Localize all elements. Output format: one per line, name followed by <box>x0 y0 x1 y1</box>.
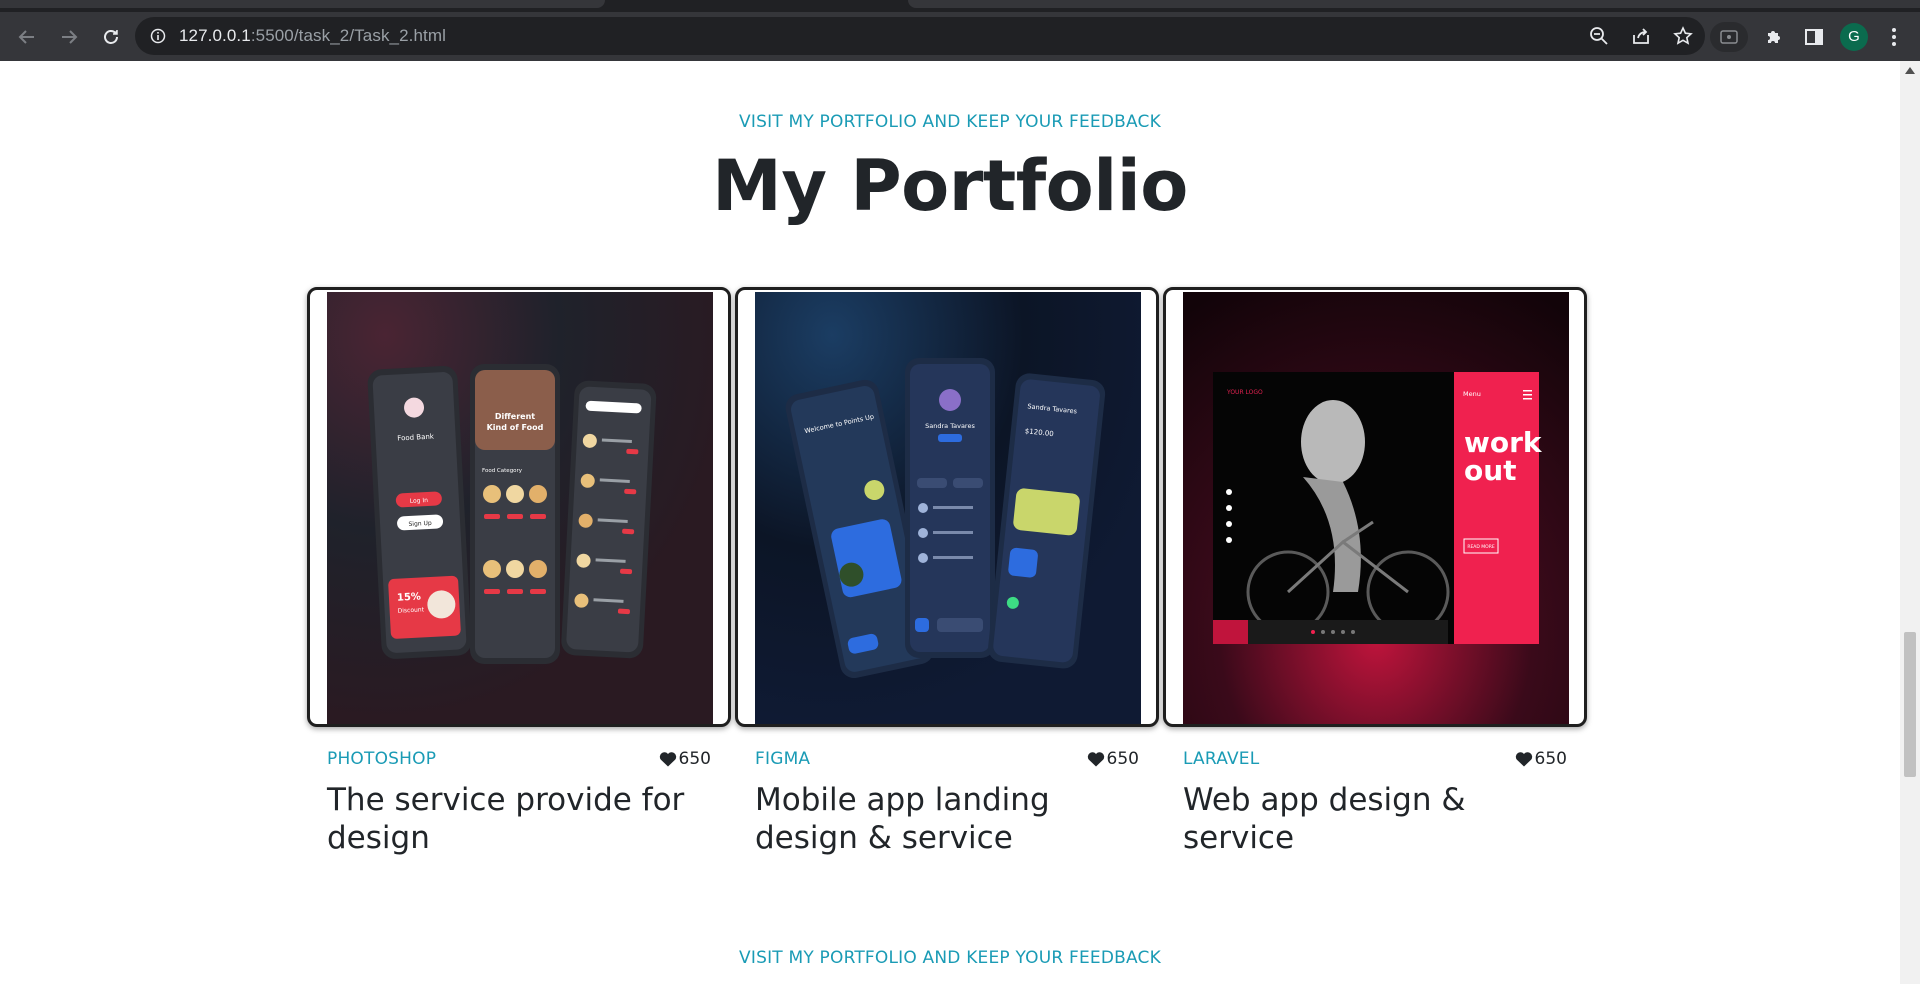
card-category[interactable]: LARAVEL <box>1183 749 1259 769</box>
browser-toolbar: 127.0.0.1:5500/task_2/Task_2.html G <box>0 12 1920 61</box>
url-host: 127.0.0.1 <box>179 26 251 45</box>
points-profile-name: Sandra Tavares <box>925 422 975 430</box>
like-count[interactable]: 650 <box>1087 749 1139 769</box>
food-login-label: Log In <box>410 497 429 505</box>
like-count-value: 650 <box>1534 749 1567 769</box>
points-app-mockup-image[interactable]: Welcome to Points Up Sandra Tavares Sand… <box>755 292 1141 724</box>
card-title[interactable]: Web app design & service <box>1183 781 1567 857</box>
cast-icon[interactable] <box>1710 21 1748 52</box>
food-app-mockup-image[interactable]: Food Bank Log In Sign Up 15% Discount Di… <box>327 292 713 724</box>
food-category-label: Food Category <box>482 468 523 474</box>
workout-brand: YOUR LOGO <box>1226 389 1263 396</box>
like-count-value: 650 <box>1106 749 1139 769</box>
like-count[interactable]: 650 <box>659 749 711 769</box>
profile-avatar[interactable]: G <box>1840 22 1868 51</box>
browser-tab-strip <box>0 0 1920 12</box>
page-scrollbar[interactable] <box>1900 61 1920 984</box>
address-bar-actions <box>1587 17 1695 55</box>
zoom-out-icon[interactable] <box>1587 24 1611 48</box>
card-title[interactable]: The service provide for design <box>327 781 711 857</box>
url-path: :5500/task_2/Task_2.html <box>250 26 446 45</box>
like-count[interactable]: 650 <box>1515 749 1567 769</box>
like-count-value: 650 <box>678 749 711 769</box>
workout-headline-2: out <box>1464 454 1517 487</box>
info-icon[interactable] <box>149 27 167 45</box>
card-meta: FIGMA 650 <box>755 749 1139 769</box>
side-panel-icon[interactable] <box>1800 23 1828 51</box>
card-category[interactable]: PHOTOSHOP <box>327 749 436 769</box>
tab-strip-left <box>0 0 605 8</box>
url-text: 127.0.0.1:5500/task_2/Task_2.html <box>179 26 446 46</box>
card-image-frame: Welcome to Points Up Sandra Tavares Sand… <box>735 287 1159 727</box>
workout-web-mockup-image[interactable]: YOUR LOGO Menu work out READ MORE <box>1183 292 1569 724</box>
card-category[interactable]: FIGMA <box>755 749 810 769</box>
food-hero-line1: Different <box>495 412 535 421</box>
tab-strip-right <box>908 0 1920 8</box>
card-meta: LARAVEL 650 <box>1183 749 1567 769</box>
puzzle-icon[interactable] <box>1760 23 1788 51</box>
card-image-frame: Food Bank Log In Sign Up 15% Discount Di… <box>307 287 731 727</box>
card-title[interactable]: Mobile app landing design & service <box>755 781 1139 857</box>
forward-arrow-icon[interactable] <box>52 20 86 54</box>
card-meta: PHOTOSHOP 650 <box>327 749 711 769</box>
address-bar[interactable]: 127.0.0.1:5500/task_2/Task_2.html <box>135 17 1705 55</box>
food-hero-line2: Kind of Food <box>487 423 544 432</box>
section-eyebrow: VISIT MY PORTFOLIO AND KEEP YOUR FEEDBAC… <box>739 112 1161 132</box>
share-icon[interactable] <box>1629 24 1653 48</box>
heart-icon[interactable] <box>659 751 677 767</box>
next-section-eyebrow: VISIT MY PORTFOLIO AND KEEP YOUR FEEDBAC… <box>739 948 1161 968</box>
reload-icon[interactable] <box>94 20 128 54</box>
page-content: VISIT MY PORTFOLIO AND KEEP YOUR FEEDBAC… <box>0 61 1900 984</box>
portfolio-card[interactable]: Food Bank Log In Sign Up 15% Discount Di… <box>307 287 731 857</box>
heart-icon[interactable] <box>1087 751 1105 767</box>
workout-menu-label: Menu <box>1463 390 1481 398</box>
kebab-menu-icon[interactable] <box>1880 23 1908 51</box>
card-image-frame: YOUR LOGO Menu work out READ MORE <box>1163 287 1587 727</box>
food-signup-label: Sign Up <box>408 520 432 528</box>
heart-icon[interactable] <box>1515 751 1533 767</box>
food-promo-word: Discount <box>397 606 424 614</box>
page-title: My Portfolio <box>712 145 1188 227</box>
portfolio-card[interactable]: Welcome to Points Up Sandra Tavares Sand… <box>735 287 1159 857</box>
back-arrow-icon[interactable] <box>10 20 44 54</box>
food-promo-percent: 15% <box>397 591 421 603</box>
toolbar-actions: G <box>1710 12 1908 61</box>
workout-cta: READ MORE <box>1467 544 1494 550</box>
star-icon[interactable] <box>1671 24 1695 48</box>
scrollbar-thumb[interactable] <box>1904 632 1916 777</box>
scroll-up-arrow-icon[interactable] <box>1905 67 1915 74</box>
portfolio-card[interactable]: YOUR LOGO Menu work out READ MORE LARAVE… <box>1163 287 1587 857</box>
